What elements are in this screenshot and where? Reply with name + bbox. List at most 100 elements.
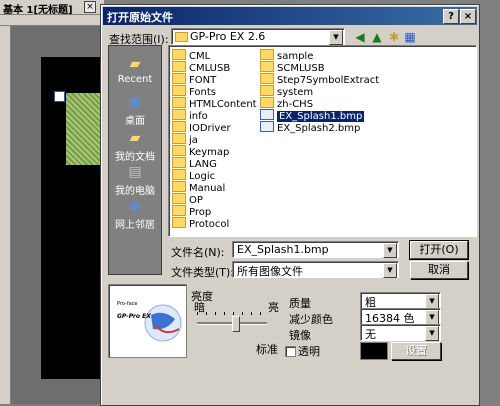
- places-bar: ▰ Recent ▣ 桌面 ▰ 我的文档 ▤ 我的电脑 ◉ 网上邻居: [108, 45, 162, 275]
- network-icon: ◉: [128, 198, 142, 214]
- list-item[interactable]: system: [260, 85, 410, 98]
- list-item[interactable]: HTMLContent: [172, 97, 260, 110]
- folder-icon: [260, 85, 274, 96]
- place-my-documents[interactable]: ▰ 我的文档: [109, 130, 161, 163]
- selected-image-object[interactable]: [66, 93, 104, 165]
- view-menu-icon[interactable]: ▦: [402, 29, 418, 45]
- preview-product-text: GP-Pro EX: [117, 313, 151, 320]
- dialog-title: 打开原始文件: [107, 11, 173, 24]
- back-icon[interactable]: ◀: [352, 29, 368, 45]
- chevron-down-icon[interactable]: ▼: [329, 30, 343, 45]
- list-item[interactable]: zh-CHS: [260, 97, 410, 110]
- cancel-button[interactable]: 取消: [410, 261, 468, 279]
- chevron-down-icon[interactable]: ▼: [425, 326, 439, 341]
- folder-icon: [172, 73, 186, 84]
- object-handle-icon[interactable]: [54, 91, 65, 102]
- transparent-color-swatch[interactable]: [360, 342, 388, 360]
- my-computer-icon: ▤: [128, 164, 142, 180]
- list-item[interactable]: EX_Splash1.bmp: [260, 109, 410, 122]
- list-item[interactable]: Logic: [172, 169, 260, 182]
- chevron-down-icon[interactable]: ▼: [383, 263, 397, 278]
- file-name: EX_Splash2.bmp: [277, 123, 361, 134]
- dark-label: 暗: [194, 301, 205, 314]
- mirror-value: 无: [365, 328, 376, 341]
- list-item[interactable]: IODriver: [172, 121, 260, 134]
- open-button[interactable]: 打开(O): [409, 240, 469, 260]
- filename-input[interactable]: EX_Splash1.bmp ▼: [232, 241, 399, 258]
- folder-icon: [260, 49, 274, 60]
- place-label: 网上邻居: [115, 220, 155, 231]
- folder-icon: [172, 193, 186, 204]
- bright-label: 亮: [268, 301, 279, 314]
- settings-button[interactable]: 设置: [391, 342, 441, 360]
- list-item[interactable]: Step7SymbolExtract: [260, 73, 410, 86]
- list-item[interactable]: sample: [260, 49, 410, 62]
- open-file-dialog: 打开原始文件 ? × 查找范围(I): GP-Pro EX 2.6 ▼ ◀ ▲ …: [100, 4, 480, 406]
- slider-tick: [242, 312, 243, 315]
- list-item[interactable]: Manual: [172, 181, 260, 194]
- brightness-slider-thumb[interactable]: [231, 316, 240, 332]
- chevron-down-icon[interactable]: ▼: [425, 294, 439, 309]
- place-network[interactable]: ◉ 网上邻居: [109, 198, 161, 231]
- bitmap-file-icon: [260, 109, 274, 120]
- list-item[interactable]: LANG: [172, 157, 260, 170]
- place-desktop[interactable]: ▣ 桌面: [109, 94, 161, 127]
- list-item[interactable]: Fonts: [172, 85, 260, 98]
- slider-tick: [224, 312, 225, 315]
- folder-icon: [172, 145, 186, 156]
- file-column: sample SCMLUSB Step7SymbolExtract system zh-…: [260, 49, 410, 134]
- list-item[interactable]: SCMLUSB: [260, 61, 410, 74]
- editor-tab[interactable]: 基本 1[无标题] ×: [0, 0, 104, 16]
- slider-tick: [260, 312, 261, 315]
- list-item[interactable]: Prop: [172, 205, 260, 218]
- list-item[interactable]: ja: [172, 133, 260, 146]
- slider-tick: [206, 312, 207, 315]
- lookin-combo[interactable]: GP-Pro EX 2.6 ▼: [171, 28, 345, 45]
- new-folder-icon[interactable]: ✱: [386, 29, 402, 45]
- cancel-button-label: 取消: [428, 263, 450, 276]
- chevron-down-icon[interactable]: ▼: [425, 310, 439, 325]
- reduce-color-label: 减少颜色: [289, 313, 333, 326]
- folder-icon: [260, 97, 274, 108]
- reduce-color-select[interactable]: 16384 色 ▼: [360, 308, 441, 325]
- filetype-select[interactable]: 所有图像文件 ▼: [232, 261, 399, 278]
- vertical-ruler: [0, 26, 11, 404]
- chevron-down-icon[interactable]: ▼: [383, 243, 397, 258]
- file-list[interactable]: CML CMLUSB FONT Fonts HTMLContent info IODrive…: [168, 45, 477, 237]
- list-item[interactable]: OP: [172, 193, 260, 206]
- folder-icon: [172, 133, 186, 144]
- help-button[interactable]: ?: [443, 9, 459, 24]
- folder-icon: [260, 73, 274, 84]
- standard-button[interactable]: 标准: [256, 341, 278, 357]
- slider-tick: [233, 312, 234, 315]
- list-item[interactable]: CMLUSB: [172, 61, 260, 74]
- folder-icon: [172, 121, 186, 132]
- folder-icon: [172, 169, 186, 180]
- mirror-select[interactable]: 无 ▼: [360, 324, 441, 341]
- place-recent[interactable]: ▰ Recent: [109, 56, 161, 85]
- list-item[interactable]: Keymap: [172, 145, 260, 158]
- place-label: 我的文档: [115, 152, 155, 163]
- editor-tab-close-button[interactable]: ×: [84, 1, 96, 13]
- list-item[interactable]: info: [172, 109, 260, 122]
- transparent-checkbox[interactable]: [285, 346, 296, 357]
- filename-value: EX_Splash1.bmp: [237, 243, 329, 256]
- list-item[interactable]: Protocol: [172, 217, 260, 230]
- list-item[interactable]: EX_Splash2.bmp: [260, 121, 410, 134]
- folder-icon: [172, 61, 186, 72]
- up-folder-icon[interactable]: ▲: [369, 29, 385, 45]
- quality-select[interactable]: 粗 ▼: [360, 292, 441, 309]
- bitmap-file-icon: [260, 121, 274, 132]
- place-my-computer[interactable]: ▤ 我的电脑: [109, 164, 161, 197]
- list-item[interactable]: CML: [172, 49, 260, 62]
- close-button[interactable]: ×: [460, 9, 476, 24]
- folder-icon: [172, 157, 186, 168]
- list-item[interactable]: FONT: [172, 73, 260, 86]
- my-documents-icon: ▰: [129, 130, 141, 146]
- folder-icon: [172, 205, 186, 216]
- folder-icon: [172, 85, 186, 96]
- folder-icon: [172, 49, 186, 60]
- filename-label: 文件名(N):: [171, 246, 225, 259]
- folder-icon: [172, 181, 186, 192]
- dialog-titlebar[interactable]: 打开原始文件 ? ×: [103, 7, 477, 25]
